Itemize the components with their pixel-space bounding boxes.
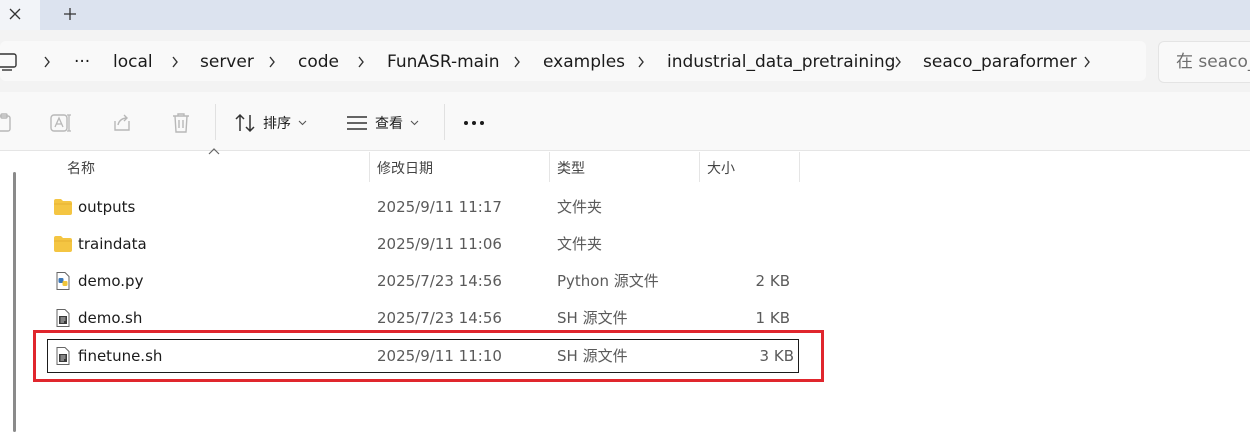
column-divider[interactable] <box>699 152 700 182</box>
this-pc-icon[interactable] <box>0 51 20 73</box>
share-icon[interactable] <box>109 110 135 136</box>
highlight-annotation <box>33 330 824 382</box>
breadcrumb-chevron-icon[interactable] <box>354 50 368 74</box>
file-date: 2025/7/23 14:56 <box>377 272 502 290</box>
navigation-pane-scrollbar[interactable] <box>13 172 16 432</box>
close-tab-button[interactable] <box>0 2 30 26</box>
paste-icon[interactable] <box>0 110 18 136</box>
column-divider[interactable] <box>369 152 370 182</box>
view-button[interactable]: 查看 <box>346 108 419 138</box>
file-date: 2025/9/11 11:17 <box>377 198 502 216</box>
new-tab-button[interactable] <box>56 2 84 26</box>
search-placeholder: 在 seaco_ <box>1176 52 1250 72</box>
file-row-traindata[interactable]: traindata 2025/9/11 11:06 文件夹 <box>47 227 799 261</box>
more-icon <box>464 121 484 125</box>
breadcrumb-item-funasr-main[interactable]: FunASR-main <box>387 50 500 74</box>
file-row-outputs[interactable]: outputs 2025/9/11 11:17 文件夹 <box>47 190 799 224</box>
file-name: demo.py <box>78 272 144 290</box>
file-row-demo-py[interactable]: demo.py 2025/7/23 14:56 Python 源文件 2 KB <box>47 264 799 298</box>
breadcrumb-chevron-icon[interactable] <box>891 50 905 74</box>
sort-icon <box>235 113 255 133</box>
breadcrumb-item-server[interactable]: server <box>200 50 254 74</box>
folder-icon <box>54 236 72 252</box>
delete-icon[interactable] <box>168 110 194 136</box>
tab-bar <box>0 0 1250 30</box>
more-options-button[interactable] <box>462 108 486 138</box>
column-header-name[interactable]: 名称 <box>67 158 95 180</box>
file-name: outputs <box>78 198 136 216</box>
file-name: traindata <box>78 235 147 253</box>
plus-icon <box>64 8 76 20</box>
shell-file-icon <box>56 309 70 327</box>
column-divider[interactable] <box>799 152 800 182</box>
view-icon <box>347 116 367 130</box>
view-label: 查看 <box>375 116 403 132</box>
column-divider[interactable] <box>549 152 550 182</box>
breadcrumb-item-code[interactable]: code <box>298 50 339 74</box>
chevron-down-icon <box>410 120 419 126</box>
column-header-date[interactable]: 修改日期 <box>377 158 433 180</box>
breadcrumb-item-industrial-data-pretraining[interactable]: industrial_data_pretraining <box>667 50 895 74</box>
toolbar-divider <box>215 104 216 140</box>
file-size: 2 KB <box>755 272 790 290</box>
chevron-down-icon <box>298 120 307 126</box>
folder-icon <box>54 199 72 215</box>
breadcrumb-chevron-icon[interactable] <box>1080 50 1094 74</box>
sort-label: 排序 <box>263 116 291 132</box>
file-type: 文件夹 <box>557 198 603 216</box>
sort-button[interactable]: 排序 <box>234 108 307 138</box>
column-header-type[interactable]: 类型 <box>557 158 585 180</box>
column-header-size[interactable]: 大小 <box>707 158 735 180</box>
breadcrumb-chevron-icon[interactable] <box>510 50 524 74</box>
breadcrumb-item-local[interactable]: local <box>113 50 153 74</box>
close-icon <box>9 8 21 20</box>
file-type: 文件夹 <box>557 235 603 253</box>
breadcrumb-chevron-icon[interactable] <box>634 50 648 74</box>
file-type: Python 源文件 <box>557 272 659 290</box>
file-date: 2025/9/11 11:06 <box>377 235 502 253</box>
breadcrumb-overflow[interactable]: ··· <box>74 50 90 74</box>
breadcrumb-chevron-icon[interactable] <box>168 50 182 74</box>
python-file-icon <box>56 272 70 290</box>
breadcrumb-item-seaco-paraformer[interactable]: seaco_paraformer <box>923 50 1077 74</box>
breadcrumb-chevron-icon[interactable] <box>40 50 54 74</box>
breadcrumb-item-examples[interactable]: examples <box>543 50 625 74</box>
sort-ascending-icon <box>208 148 220 155</box>
toolbar-divider <box>444 104 445 140</box>
breadcrumb-chevron-icon[interactable] <box>265 50 279 74</box>
rename-icon[interactable] <box>48 110 74 136</box>
